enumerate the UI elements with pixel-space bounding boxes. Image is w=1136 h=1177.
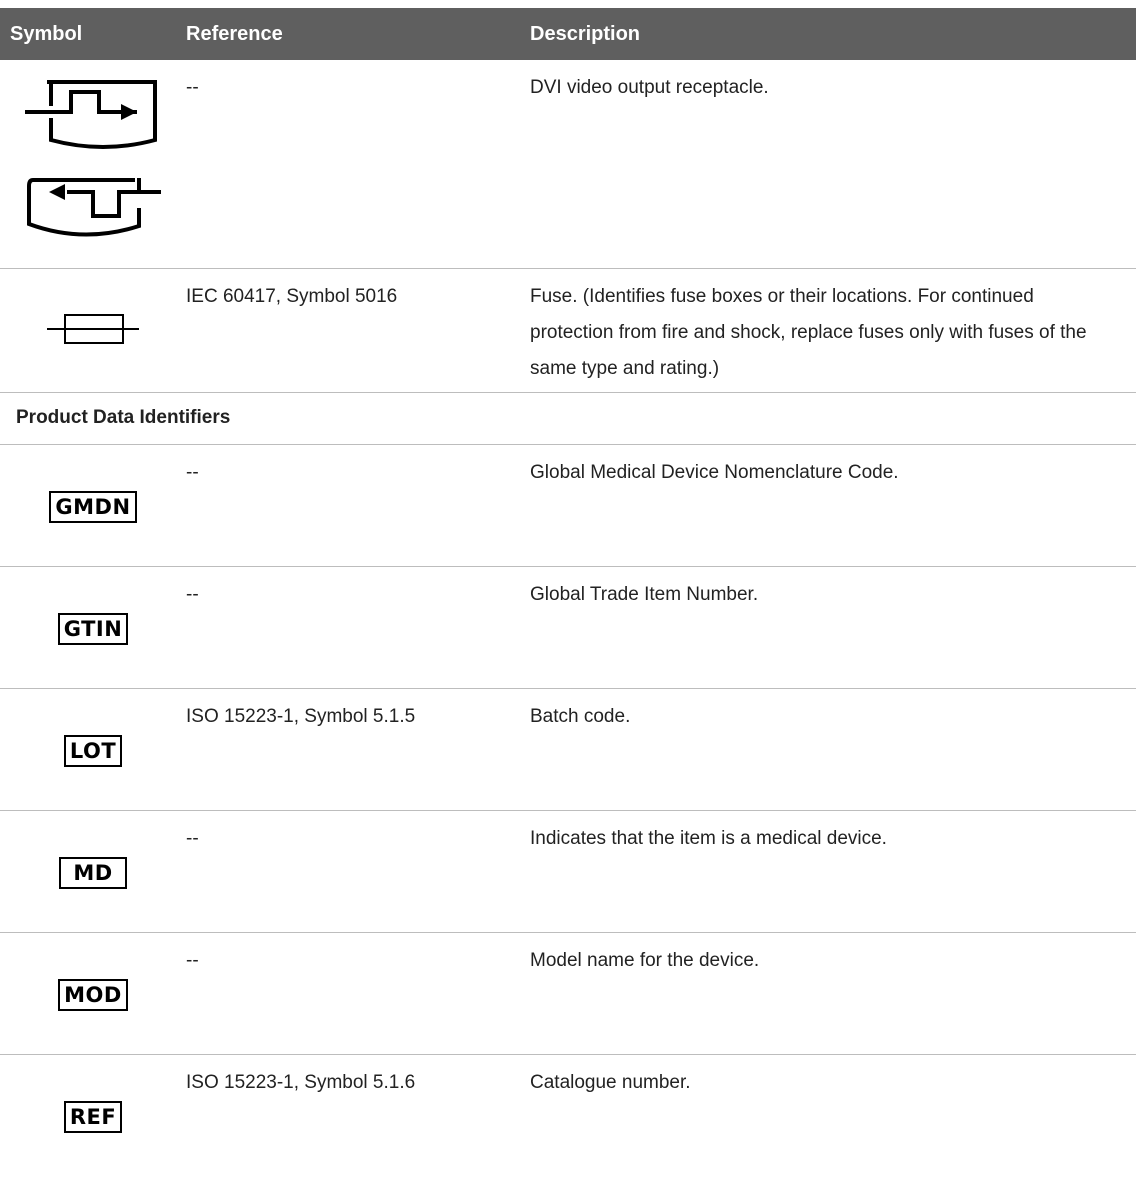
reference-cell: -- bbox=[186, 462, 199, 483]
description-cell: Fuse. (Identifies fuse boxes or their lo… bbox=[530, 286, 1087, 379]
description-cell: Global Trade Item Number. bbox=[530, 584, 759, 605]
gmdn-symbol: GMDN bbox=[49, 491, 137, 523]
description-cell: Batch code. bbox=[530, 706, 631, 727]
mod-symbol: MOD bbox=[58, 979, 128, 1011]
description-cell: Catalogue number. bbox=[530, 1072, 691, 1093]
reference-cell: IEC 60417, Symbol 5016 bbox=[186, 286, 398, 307]
table-header: Symbol Reference Description bbox=[0, 8, 1136, 60]
lot-symbol: LOT bbox=[63, 735, 123, 767]
fuse-icon bbox=[0, 309, 186, 349]
reference-cell: -- bbox=[186, 77, 199, 98]
md-symbol: MD bbox=[59, 857, 127, 889]
header-reference: Reference bbox=[186, 23, 283, 45]
table-row: MOD -- Model name for the device. bbox=[0, 933, 1136, 1055]
description-cell: DVI video output receptacle. bbox=[530, 77, 769, 98]
table-row: MD -- Indicates that the item is a medic… bbox=[0, 811, 1136, 933]
reference-cell: -- bbox=[186, 828, 199, 849]
reference-cell: ISO 15223-1, Symbol 5.1.6 bbox=[186, 1072, 416, 1093]
dvi-output-icon bbox=[0, 74, 186, 254]
section-heading: Product Data Identifiers bbox=[0, 393, 1136, 445]
header-description: Description bbox=[530, 23, 641, 45]
table-row: LOT ISO 15223-1, Symbol 5.1.5 Batch code… bbox=[0, 689, 1136, 811]
description-cell: Model name for the device. bbox=[530, 950, 760, 971]
table-row: REF ISO 15223-1, Symbol 5.1.6 Catalogue … bbox=[0, 1055, 1136, 1177]
description-cell: Indicates that the item is a medical dev… bbox=[530, 828, 887, 849]
reference-cell: ISO 15223-1, Symbol 5.1.5 bbox=[186, 706, 416, 727]
header-symbol: Symbol bbox=[10, 23, 83, 45]
table-row: GMDN -- Global Medical Device Nomenclatu… bbox=[0, 445, 1136, 567]
reference-cell: -- bbox=[186, 950, 199, 971]
section-title: Product Data Identifiers bbox=[16, 407, 231, 428]
gtin-symbol: GTIN bbox=[57, 613, 129, 645]
reference-cell: -- bbox=[186, 584, 199, 605]
table-row: -- DVI video output receptacle. bbox=[0, 60, 1136, 269]
symbols-table: Symbol Reference Description -- DVI vide… bbox=[0, 8, 1136, 1177]
table-row: IEC 60417, Symbol 5016 Fuse. (Identifies… bbox=[0, 269, 1136, 393]
table-row: GTIN -- Global Trade Item Number. bbox=[0, 567, 1136, 689]
description-cell: Global Medical Device Nomenclature Code. bbox=[530, 462, 899, 483]
ref-symbol: REF bbox=[63, 1101, 123, 1133]
